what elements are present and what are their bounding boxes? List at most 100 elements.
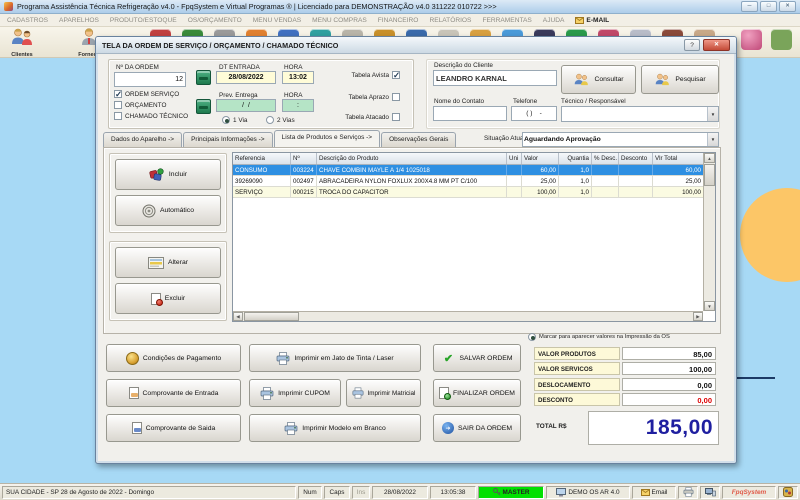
dialog-help-button[interactable]: ?	[684, 39, 700, 51]
print-inkjet-laser-button[interactable]: Imprimir em Jato de Tinta / Laser	[249, 344, 421, 372]
products-table: Referencia Nº Descrição do Produto Uni V…	[232, 152, 716, 322]
desktop-logo-line	[733, 377, 775, 379]
menu-os-orcamento[interactable]: OS/ORÇAMENTO	[188, 17, 242, 24]
add-item-button[interactable]: Incluir	[115, 159, 221, 190]
close-button[interactable]: ✕	[779, 1, 796, 12]
toolbar-clientes[interactable]: Clientes	[3, 28, 41, 58]
scroll-down-icon[interactable]	[704, 301, 715, 311]
displacement-value: 0,00	[622, 378, 716, 391]
statusbar-tray-icon[interactable]	[778, 486, 798, 499]
services-value-label: VALOR SERVICOS	[534, 362, 620, 375]
statusbar-printer[interactable]	[678, 486, 698, 499]
menu-ferramentas[interactable]: FERRAMENTAS	[482, 17, 531, 24]
radio-2-vias[interactable]: 2 Vias	[266, 116, 295, 124]
phone-input[interactable]	[511, 106, 557, 121]
edit-item-icon	[148, 257, 164, 269]
horizontal-scrollbar[interactable]	[233, 311, 703, 321]
scrollbar-thumb[interactable]	[244, 312, 299, 321]
radio-1-via[interactable]: 1 Via	[222, 116, 247, 124]
entry-date-input[interactable]	[216, 71, 276, 84]
total-value: 185,00	[588, 411, 719, 445]
save-order-button[interactable]: SALVAR ORDEM	[433, 344, 521, 372]
service-order-dialog: TELA DA ORDEM DE SERVIÇO / ORÇAMENTO / C…	[95, 36, 737, 464]
menu-vendas[interactable]: MENU VENDAS	[253, 17, 301, 24]
checkbox-icon	[392, 113, 400, 121]
menu-financeiro[interactable]: FINANCEIRO	[378, 17, 419, 24]
print-blank-model-button[interactable]: Imprimir Modelo em Branco	[249, 414, 421, 442]
tab-observacoes-gerais[interactable]: Observações Gerais	[381, 132, 456, 147]
exit-order-button[interactable]: SAIR DA ORDEM	[433, 414, 521, 442]
statusbar-network[interactable]	[700, 486, 720, 499]
menu-compras[interactable]: MENU COMPRAS	[312, 17, 367, 24]
print-coupon-button[interactable]: Imprimir CUPOM	[249, 379, 341, 407]
scroll-right-icon[interactable]	[693, 312, 703, 321]
checkbox-chamado-tecnico[interactable]: CHAMADO TÉCNICO	[114, 112, 188, 120]
dialog-title: TELA DA ORDEM DE SERVIÇO / ORÇAMENTO / C…	[102, 41, 338, 50]
tab-dados-aparelho[interactable]: Dados do Aparelho ->	[103, 132, 182, 147]
statusbar: SUA CIDADE - SP 28 de Agosto de 2022 - D…	[0, 483, 800, 500]
order-number-label: Nº DA ORDEM	[116, 64, 159, 71]
current-status-select[interactable]: Aguardando Aprovação	[522, 132, 719, 147]
add-item-icon	[149, 168, 165, 182]
automatic-button[interactable]: Automático	[115, 195, 221, 226]
tab-lista-produtos-servicos[interactable]: Lista de Produtos e Serviços ->	[274, 130, 381, 147]
consult-client-button[interactable]: Consultar	[561, 65, 636, 94]
payment-terms-button[interactable]: Condições de Pagamento	[106, 344, 241, 372]
table-row[interactable]: SERVIÇO 000215 TROCA DO CAPACITOR 100,00…	[233, 187, 703, 198]
checkbox-tabela-atacado[interactable]: Tabela Atacado	[320, 113, 400, 121]
printer-icon	[284, 422, 298, 435]
desktop-sun-logo	[740, 188, 800, 282]
scrollbar-thumb[interactable]	[704, 164, 715, 186]
printer-icon	[683, 487, 694, 497]
print-matrix-button[interactable]: Imprimir Matricial	[346, 379, 421, 407]
delivery-forecast-label: Prev. Entrega	[219, 92, 258, 99]
statusbar-email[interactable]: Email	[632, 486, 676, 499]
checkbox-tabela-aprazo[interactable]: Tabela Aprazo	[320, 93, 400, 101]
checkbox-icon	[114, 112, 122, 120]
statusbar-brand: FpqSystem	[722, 486, 776, 499]
maximize-button[interactable]: □	[760, 1, 777, 12]
menu-email[interactable]: E-MAIL	[575, 17, 609, 24]
entry-hour-input[interactable]	[282, 71, 314, 84]
delivery-hour-input[interactable]	[282, 99, 314, 112]
menu-produto-estoque[interactable]: PRODUTO/ESTOQUE	[110, 17, 177, 24]
finalize-order-button[interactable]: FINALIZAR ORDEM	[433, 379, 521, 407]
entry-receipt-button[interactable]: Comprovante de Entrada	[106, 379, 241, 407]
delivery-date-input[interactable]	[216, 99, 276, 112]
delivery-date-calendar-button[interactable]	[196, 99, 211, 114]
toolbar-icon[interactable]	[771, 29, 792, 50]
checkbox-ordem-servico[interactable]: ORDEM SERVIÇO	[114, 90, 179, 98]
statusbar-demo: DEMO OS AR 4.0	[546, 486, 630, 499]
scroll-left-icon[interactable]	[233, 312, 243, 321]
menu-aparelhos[interactable]: APARELHOS	[59, 17, 99, 24]
search-client-button[interactable]: Pesquisar	[641, 65, 719, 94]
minimize-button[interactable]: ─	[741, 1, 758, 12]
menu-ajuda[interactable]: AJUDA	[543, 17, 565, 24]
chevron-down-icon	[707, 107, 718, 121]
table-row[interactable]: 39269090 002497 ABRACADEIRA NYLON FOXLUX…	[233, 176, 703, 187]
edit-item-button[interactable]: Alterar	[115, 247, 221, 278]
checkbox-orcamento[interactable]: ORÇAMENTO	[114, 101, 166, 109]
menubar: CADASTROS APARELHOS PRODUTO/ESTOQUE OS/O…	[0, 14, 800, 27]
show-values-on-print-radio[interactable]: Marcar para aparecer valores na Impressã…	[528, 333, 670, 341]
contact-name-input[interactable]	[433, 106, 507, 121]
dialog-close-button[interactable]: ✕	[703, 39, 730, 51]
vertical-scrollbar[interactable]	[703, 153, 715, 311]
statusbar-user: MASTER	[478, 486, 544, 499]
printer-icon	[260, 387, 274, 400]
toolbar-icon[interactable]	[741, 29, 762, 50]
entry-date-calendar-button[interactable]	[196, 70, 211, 85]
client-name-input[interactable]	[433, 70, 557, 86]
order-number-input[interactable]	[114, 72, 186, 87]
exit-receipt-button[interactable]: Comprovante de Saida	[106, 414, 241, 442]
finalize-doc-icon	[439, 387, 449, 399]
table-row[interactable]: CONSUMO 003224 CHAVE COMBIN MAYLE A 1/4 …	[233, 165, 703, 176]
delete-item-button[interactable]: Excluir	[115, 283, 221, 314]
checkbox-tabela-avista[interactable]: Tabela Avista	[320, 71, 400, 79]
technician-select[interactable]	[561, 106, 719, 122]
tab-principais-informacoes[interactable]: Principais Informações ->	[183, 132, 273, 147]
menu-relatorios[interactable]: RELATÓRIOS	[429, 17, 471, 24]
app-icon	[4, 2, 13, 11]
menu-cadastros[interactable]: CADASTROS	[7, 17, 48, 24]
scroll-up-icon[interactable]	[704, 153, 715, 163]
